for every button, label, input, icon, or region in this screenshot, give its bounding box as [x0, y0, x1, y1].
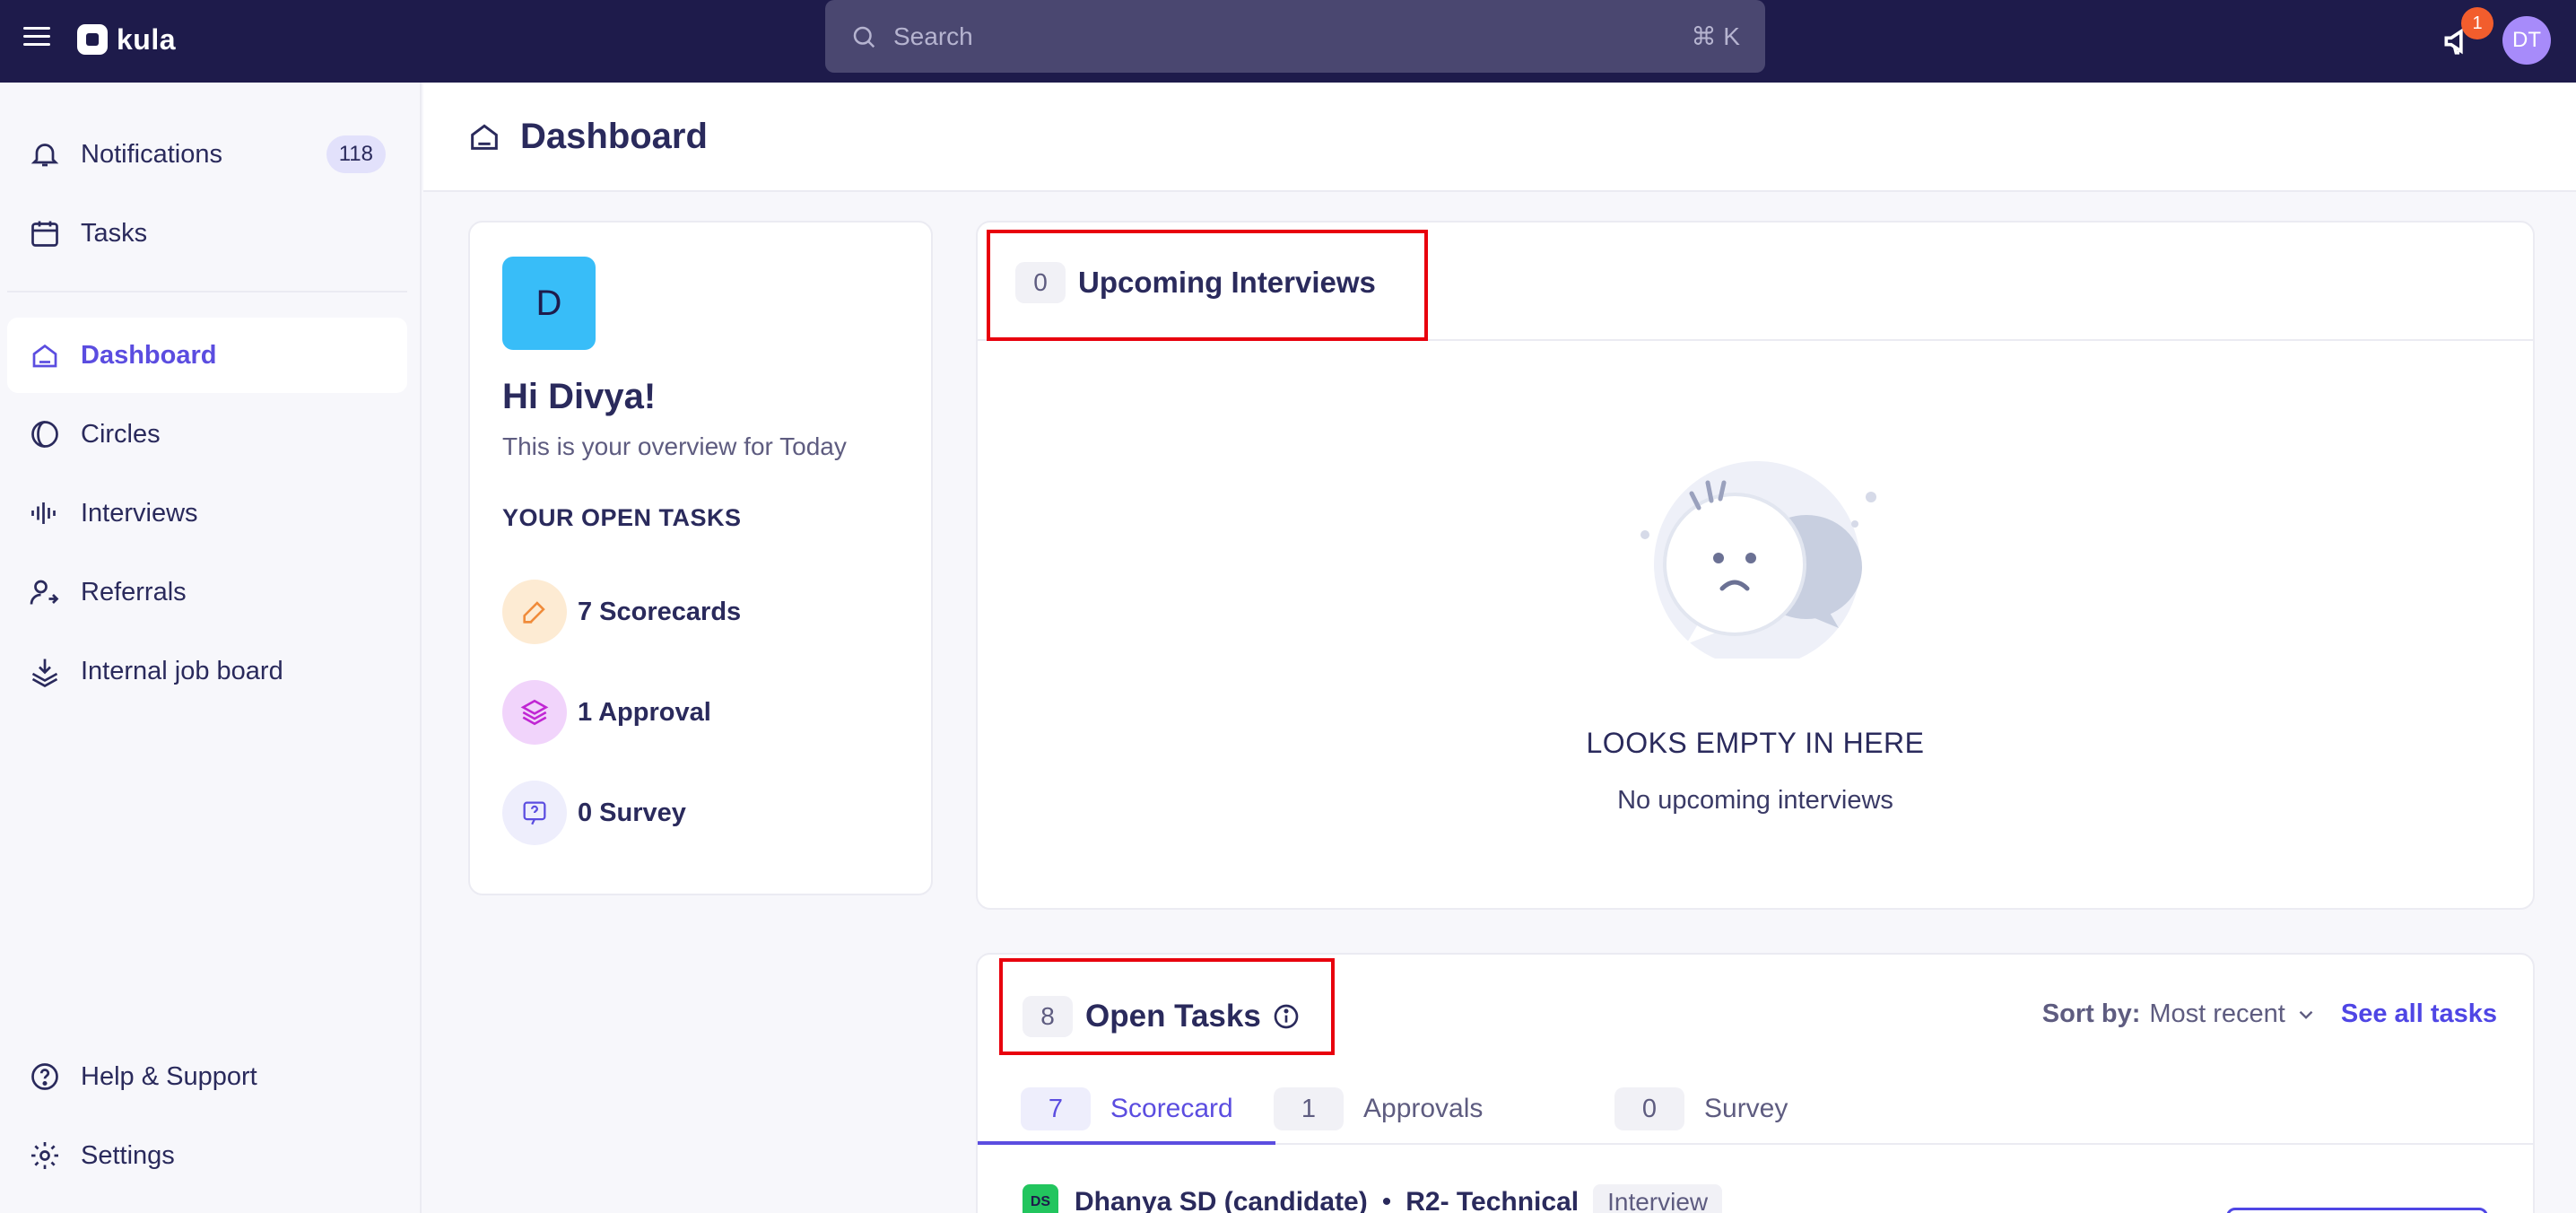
announcement-badge: 1	[2461, 7, 2493, 39]
empty-sad-face-icon	[1640, 461, 1876, 659]
welcome-card: D Hi Divya! This is your overview for To…	[468, 221, 933, 895]
task-label: 0 Survey	[578, 798, 686, 827]
scorecards-task[interactable]: 7 Scorecards	[502, 580, 741, 644]
user-avatar-large: D	[502, 257, 596, 350]
highlight-box	[987, 230, 1428, 341]
task-label: 7 Scorecards	[578, 597, 742, 626]
sidebar-item-label: Notifications	[81, 139, 222, 169]
stack-icon	[31, 659, 58, 687]
tab-count: 1	[1274, 1087, 1344, 1130]
empty-state-title: LOOKS EMPTY IN HERE	[1586, 727, 1925, 759]
upcoming-interviews-card: 0 Upcoming Interviews LOOKS EMPTY IN HER…	[976, 221, 2535, 910]
survey-task[interactable]: 0 Survey	[502, 781, 686, 845]
empty-state-subtitle: No upcoming interviews	[1617, 786, 1893, 815]
open-tasks-heading: YOUR OPEN TASKS	[502, 504, 742, 531]
upcoming-interviews-header: 0 Upcoming Interviews	[978, 223, 2533, 341]
sidebar: Notifications 118 Tasks Dashboard Circle…	[0, 83, 422, 1213]
pencil-icon	[502, 580, 567, 644]
user-avatar[interactable]: DT	[2502, 16, 2551, 65]
app-name: kula	[117, 22, 177, 56]
home-icon	[471, 124, 498, 150]
interview-stage: R2- Technical	[1405, 1187, 1580, 1213]
active-tab-indicator	[978, 1141, 1275, 1145]
tab-label: Approvals	[1363, 1094, 1484, 1123]
see-all-tasks-link[interactable]: See all tasks	[2341, 999, 2497, 1029]
gear-icon	[31, 1142, 58, 1169]
open-tasks-card: 8 Open Tasks Sort by: Most recent See al…	[976, 953, 2535, 1213]
candidate-name[interactable]: Dhanya SD (candidate)	[1075, 1187, 1368, 1213]
app-root: kula Search ⌘ K 1 DT Notifications 118 T…	[0, 0, 2576, 1213]
circles-icon	[31, 421, 58, 448]
page-header: Dashboard	[423, 83, 2576, 192]
survey-icon	[502, 781, 567, 845]
sidebar-item-settings[interactable]: Settings	[7, 1118, 407, 1193]
greeting-subtitle: This is your overview for Today	[502, 432, 847, 460]
sidebar-item-label: Interviews	[81, 498, 198, 528]
search-input[interactable]: Search	[893, 22, 1692, 51]
sidebar-item-internal-job-board[interactable]: Internal job board	[7, 633, 407, 709]
highlight-box	[999, 958, 1335, 1055]
sort-dropdown[interactable]: Most recent	[2149, 999, 2285, 1029]
sidebar-item-dashboard[interactable]: Dashboard	[7, 318, 407, 393]
search-shortcut: ⌘ K	[1691, 22, 1740, 50]
greeting: Hi Divya!	[502, 377, 657, 416]
sidebar-item-tasks[interactable]: Tasks	[7, 196, 407, 271]
help-icon	[31, 1063, 58, 1090]
task-type-tag: Interview	[1593, 1184, 1723, 1213]
sidebar-item-label: Help & Support	[81, 1061, 257, 1091]
sort-label: Sort by:	[2041, 999, 2141, 1028]
sidebar-item-referrals[interactable]: Referrals	[7, 554, 407, 630]
tab-scorecard[interactable]: 7 Scorecard	[1021, 1073, 1233, 1145]
tab-label: Scorecard	[1110, 1094, 1233, 1123]
sidebar-item-label: Dashboard	[81, 340, 217, 370]
search-icon	[853, 26, 875, 48]
sidebar-item-label: Internal job board	[81, 656, 283, 685]
sidebar-divider	[7, 291, 407, 292]
sidebar-item-label: Tasks	[81, 218, 148, 248]
top-bar: kula Search ⌘ K 1 DT	[0, 0, 2576, 83]
notifications-count-badge: 118	[326, 135, 386, 173]
candidate-avatar: DS	[1023, 1184, 1058, 1213]
task-row[interactable]: DS Dhanya SD (candidate) • R2- Technical…	[1023, 1184, 1723, 1213]
tab-approvals[interactable]: 1 Approvals	[1274, 1073, 1483, 1145]
sidebar-item-interviews[interactable]: Interviews	[7, 476, 407, 551]
page-title: Dashboard	[520, 116, 708, 156]
sidebar-item-help-support[interactable]: Help & Support	[7, 1039, 407, 1114]
tab-survey[interactable]: 0 Survey	[1614, 1073, 1788, 1145]
home-icon	[32, 344, 57, 368]
calendar-icon	[31, 221, 58, 247]
kula-logo-icon	[77, 24, 108, 55]
tab-count: 7	[1021, 1087, 1091, 1130]
approval-task[interactable]: 1 Approval	[502, 680, 711, 745]
audio-wave-icon	[31, 502, 56, 524]
sidebar-item-circles[interactable]: Circles	[7, 397, 407, 472]
chevron-down-icon[interactable]	[2294, 1003, 2318, 1026]
brand[interactable]: kula	[77, 22, 176, 57]
sort-controls: Sort by: Most recent See all tasks	[2042, 999, 2497, 1029]
sidebar-item-label: Referrals	[81, 577, 187, 606]
task-tabs: 7 Scorecard 1 Approvals 0 Survey	[978, 1073, 2533, 1145]
sidebar-item-label: Circles	[81, 419, 161, 449]
sidebar-item-notifications[interactable]: Notifications 118	[7, 117, 407, 192]
menu-icon[interactable]	[23, 27, 50, 54]
separator: •	[1381, 1187, 1392, 1213]
tab-label: Survey	[1704, 1094, 1788, 1123]
tab-count: 0	[1614, 1087, 1684, 1130]
task-label: 1 Approval	[578, 697, 711, 727]
task-action-button[interactable]	[2226, 1208, 2488, 1213]
sidebar-item-label: Settings	[81, 1140, 175, 1170]
user-arrow-icon	[30, 580, 59, 605]
search-bar[interactable]: Search ⌘ K	[825, 0, 1765, 73]
bell-icon	[30, 144, 59, 167]
layers-icon	[502, 680, 567, 745]
